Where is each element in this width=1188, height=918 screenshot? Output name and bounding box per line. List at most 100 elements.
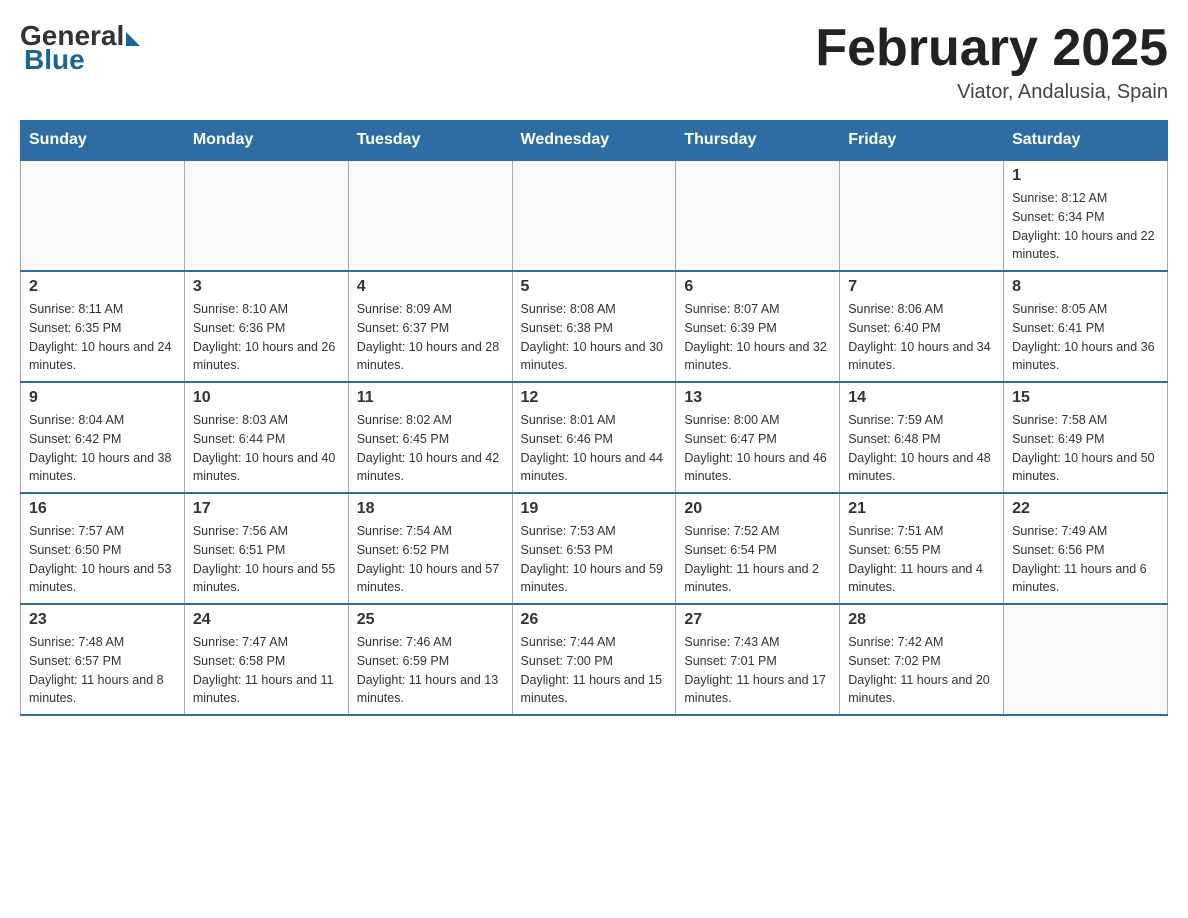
calendar-cell (21, 160, 185, 271)
calendar-cell: 26Sunrise: 7:44 AM Sunset: 7:00 PM Dayli… (512, 604, 676, 715)
calendar-header-thursday: Thursday (676, 121, 840, 161)
calendar-cell: 9Sunrise: 8:04 AM Sunset: 6:42 PM Daylig… (21, 382, 185, 493)
calendar-header-tuesday: Tuesday (348, 121, 512, 161)
calendar-header-saturday: Saturday (1004, 121, 1168, 161)
logo: General Blue (20, 20, 140, 76)
day-info: Sunrise: 7:46 AM Sunset: 6:59 PM Dayligh… (357, 633, 504, 708)
day-info: Sunrise: 7:52 AM Sunset: 6:54 PM Dayligh… (684, 522, 831, 597)
calendar-cell: 22Sunrise: 7:49 AM Sunset: 6:56 PM Dayli… (1004, 493, 1168, 604)
day-info: Sunrise: 7:48 AM Sunset: 6:57 PM Dayligh… (29, 633, 176, 708)
calendar-cell (184, 160, 348, 271)
calendar-cell (840, 160, 1004, 271)
calendar-cell (676, 160, 840, 271)
day-number: 8 (1012, 278, 1159, 296)
calendar-header-sunday: Sunday (21, 121, 185, 161)
day-number: 3 (193, 278, 340, 296)
day-number: 13 (684, 389, 831, 407)
calendar-cell: 28 Sunrise: 7:42 AM Sunset: 7:02 PM Dayli… (840, 604, 1004, 715)
day-info: Sunrise: 8:06 AM Sunset: 6:40 PM Dayligh… (848, 300, 995, 375)
title-area: February 2025 Viator, Andalusia, Spain (815, 20, 1168, 104)
calendar-cell (1004, 604, 1168, 715)
calendar-table: SundayMondayTuesdayWednesdayThursdayFrid… (20, 120, 1168, 716)
day-number: 25 (357, 611, 504, 629)
calendar-cell: 3 Sunrise: 8:10 AM Sunset: 6:36 PM Daylig… (184, 271, 348, 382)
calendar-cell: 4 Sunrise: 8:09 AM Sunset: 6:37 PM Daylig… (348, 271, 512, 382)
day-number: 23 (29, 611, 176, 629)
calendar-cell: 20 Sunrise: 7:52 AM Sunset: 6:54 PM Dayli… (676, 493, 840, 604)
day-number: 27 (684, 611, 831, 629)
day-number: 18 (357, 500, 504, 518)
calendar-cell: 27 Sunrise: 7:43 AM Sunset: 7:01 PM Dayli… (676, 604, 840, 715)
day-info: Sunrise: 8:11 AM Sunset: 6:35 PM Dayligh… (29, 300, 176, 375)
day-info: Sunrise: 8:05 AM Sunset: 6:41 PM Dayligh… (1012, 300, 1159, 375)
calendar-cell (512, 160, 676, 271)
calendar-cell: 14 Sunrise: 7:59 AM Sunset: 6:48 PM Dayli… (840, 382, 1004, 493)
day-number: 22 (1012, 500, 1159, 518)
day-number: 1 (1012, 167, 1159, 185)
day-info: Sunrise: 8:07 AM Sunset: 6:39 PM Dayligh… (684, 300, 831, 375)
calendar-week-2: 2 Sunrise: 8:11 AM Sunset: 6:35 PM Daylig… (21, 271, 1168, 382)
calendar-cell: 21 Sunrise: 7:51 AM Sunset: 6:55 PM Dayli… (840, 493, 1004, 604)
calendar-header-wednesday: Wednesday (512, 121, 676, 161)
calendar-week-4: 16 Sunrise: 7:57 AM Sunset: 6:50 PM Dayli… (21, 493, 1168, 604)
day-number: 28 (848, 611, 995, 629)
day-number: 4 (357, 278, 504, 296)
calendar-header-row: SundayMondayTuesdayWednesdayThursdayFrid… (21, 121, 1168, 161)
day-number: 16 (29, 500, 176, 518)
day-number: 5 (521, 278, 668, 296)
day-info: Sunrise: 7:43 AM Sunset: 7:01 PM Dayligh… (684, 633, 831, 708)
day-info: Sunrise: 7:54 AM Sunset: 6:52 PM Dayligh… (357, 522, 504, 597)
day-number: 7 (848, 278, 995, 296)
day-number: 15 (1012, 389, 1159, 407)
calendar-cell: 23 Sunrise: 7:48 AM Sunset: 6:57 PM Dayli… (21, 604, 185, 715)
day-number: 24 (193, 611, 340, 629)
day-info: Sunrise: 7:57 AM Sunset: 6:50 PM Dayligh… (29, 522, 176, 597)
calendar-cell: 24 Sunrise: 7:47 AM Sunset: 6:58 PM Dayli… (184, 604, 348, 715)
calendar-cell: 15 Sunrise: 7:58 AM Sunset: 6:49 PM Dayli… (1004, 382, 1168, 493)
calendar-cell: 2 Sunrise: 8:11 AM Sunset: 6:35 PM Daylig… (21, 271, 185, 382)
day-info: Sunrise: 7:42 AM Sunset: 7:02 PM Dayligh… (848, 633, 995, 708)
calendar-cell: 7 Sunrise: 8:06 AM Sunset: 6:40 PM Daylig… (840, 271, 1004, 382)
day-info: Sunrise: 8:03 AM Sunset: 6:44 PM Dayligh… (193, 411, 340, 486)
day-number: 14 (848, 389, 995, 407)
calendar-cell: 19 Sunrise: 7:53 AM Sunset: 6:53 PM Dayli… (512, 493, 676, 604)
day-info: Sunrise: 8:01 AM Sunset: 6:46 PM Dayligh… (521, 411, 668, 486)
calendar-cell (348, 160, 512, 271)
day-number: 26 (521, 611, 668, 629)
calendar-cell: 11Sunrise: 8:02 AM Sunset: 6:45 PM Dayli… (348, 382, 512, 493)
day-info: Sunrise: 8:10 AM Sunset: 6:36 PM Dayligh… (193, 300, 340, 375)
day-number: 2 (29, 278, 176, 296)
calendar-cell: 5Sunrise: 8:08 AM Sunset: 6:38 PM Daylig… (512, 271, 676, 382)
month-title: February 2025 (815, 20, 1168, 77)
day-info: Sunrise: 7:51 AM Sunset: 6:55 PM Dayligh… (848, 522, 995, 597)
day-info: Sunrise: 7:56 AM Sunset: 6:51 PM Dayligh… (193, 522, 340, 597)
day-info: Sunrise: 8:12 AM Sunset: 6:34 PM Dayligh… (1012, 189, 1159, 264)
day-info: Sunrise: 7:59 AM Sunset: 6:48 PM Dayligh… (848, 411, 995, 486)
calendar-header-monday: Monday (184, 121, 348, 161)
page-header: General Blue February 2025 Viator, Andal… (20, 20, 1168, 104)
day-number: 6 (684, 278, 831, 296)
day-info: Sunrise: 7:53 AM Sunset: 6:53 PM Dayligh… (521, 522, 668, 597)
calendar-cell: 17 Sunrise: 7:56 AM Sunset: 6:51 PM Dayli… (184, 493, 348, 604)
day-number: 19 (521, 500, 668, 518)
day-info: Sunrise: 8:00 AM Sunset: 6:47 PM Dayligh… (684, 411, 831, 486)
calendar-cell: 6 Sunrise: 8:07 AM Sunset: 6:39 PM Daylig… (676, 271, 840, 382)
day-info: Sunrise: 8:09 AM Sunset: 6:37 PM Dayligh… (357, 300, 504, 375)
day-number: 10 (193, 389, 340, 407)
day-number: 21 (848, 500, 995, 518)
calendar-cell: 12Sunrise: 8:01 AM Sunset: 6:46 PM Dayli… (512, 382, 676, 493)
day-number: 20 (684, 500, 831, 518)
calendar-cell: 1 Sunrise: 8:12 AM Sunset: 6:34 PM Daylig… (1004, 160, 1168, 271)
calendar-cell: 18 Sunrise: 7:54 AM Sunset: 6:52 PM Dayli… (348, 493, 512, 604)
calendar-cell: 13 Sunrise: 8:00 AM Sunset: 6:47 PM Dayli… (676, 382, 840, 493)
calendar-week-3: 9Sunrise: 8:04 AM Sunset: 6:42 PM Daylig… (21, 382, 1168, 493)
calendar-cell: 8 Sunrise: 8:05 AM Sunset: 6:41 PM Daylig… (1004, 271, 1168, 382)
calendar-week-5: 23 Sunrise: 7:48 AM Sunset: 6:57 PM Dayli… (21, 604, 1168, 715)
day-info: Sunrise: 7:47 AM Sunset: 6:58 PM Dayligh… (193, 633, 340, 708)
logo-arrow-icon (126, 32, 140, 46)
day-number: 17 (193, 500, 340, 518)
location-text: Viator, Andalusia, Spain (815, 81, 1168, 104)
calendar-cell: 10 Sunrise: 8:03 AM Sunset: 6:44 PM Dayli… (184, 382, 348, 493)
day-info: Sunrise: 8:02 AM Sunset: 6:45 PM Dayligh… (357, 411, 504, 486)
day-info: Sunrise: 7:58 AM Sunset: 6:49 PM Dayligh… (1012, 411, 1159, 486)
